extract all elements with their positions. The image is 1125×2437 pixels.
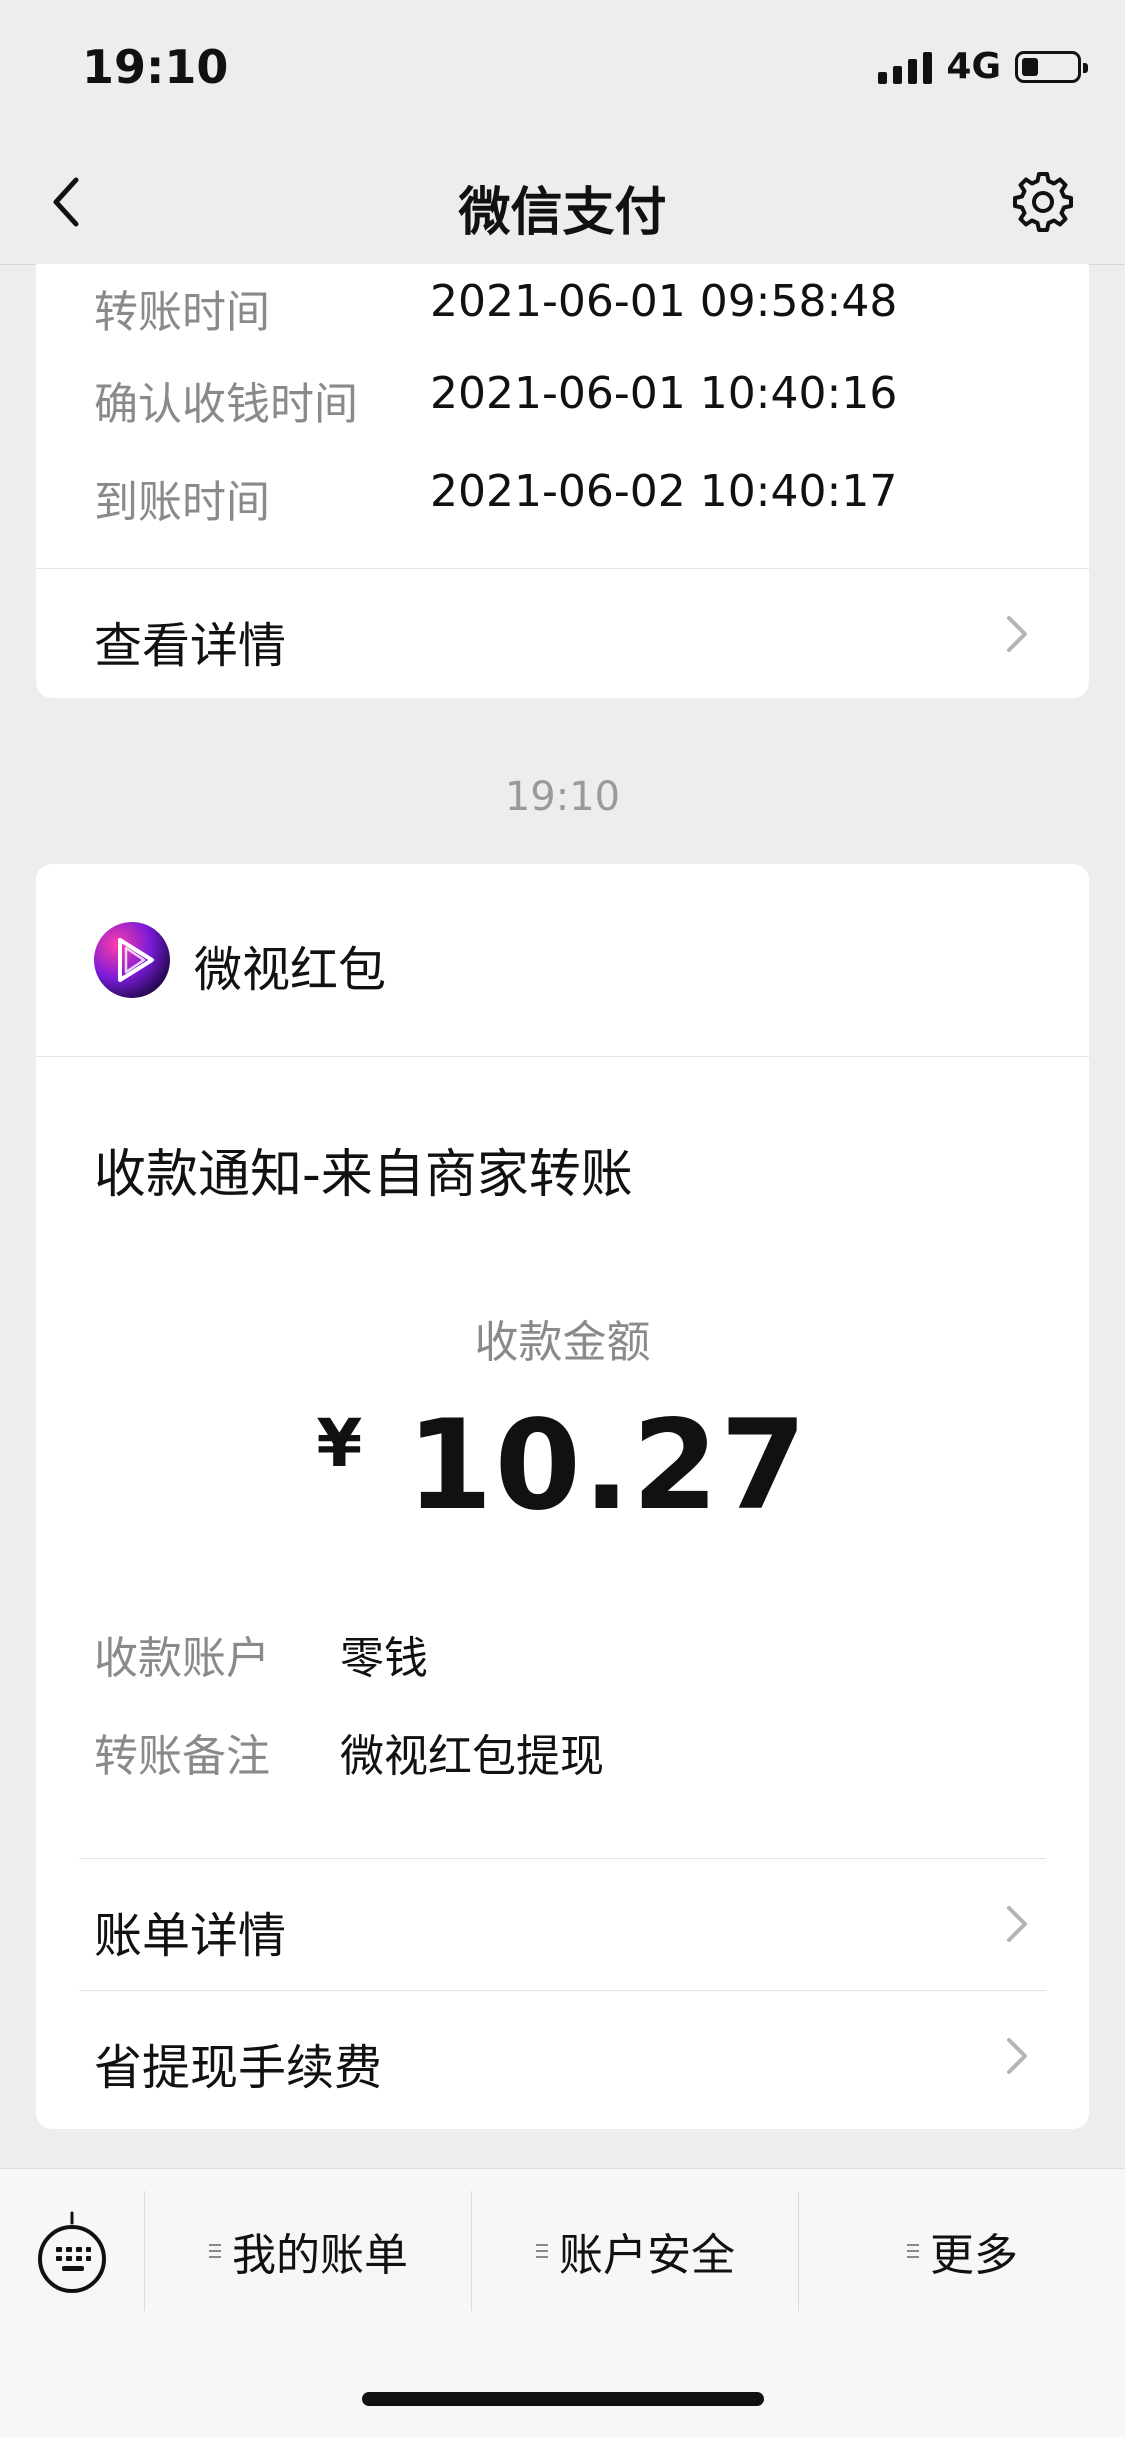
payment-notice-card: 微视红包 收款通知-来自商家转账 收款金额 ¥10.27 收款账户 零钱 转账备… — [36, 864, 1089, 2129]
divider — [79, 1858, 1046, 1859]
tab-label: 账户安全 — [559, 2230, 735, 2281]
menu-lines-icon — [536, 2244, 548, 2258]
page-title: 微信支付 — [458, 183, 667, 243]
remark-label: 转账备注 — [94, 1731, 270, 1782]
remark-value: 微视红包提现 — [340, 1731, 604, 1782]
transfer-card: 转账时间 2021-06-01 09:58:48 确认收钱时间 2021-06-… — [36, 264, 1089, 698]
status-bar: 19:10 4G — [0, 0, 1125, 140]
weishi-logo-icon — [94, 922, 170, 998]
divider — [36, 1056, 1089, 1057]
tab-my-bills[interactable]: 我的账单 — [145, 2191, 471, 2311]
gear-icon[interactable] — [1013, 172, 1073, 232]
divider — [36, 568, 1089, 569]
save-fee-row[interactable]: 省提现手续费 — [36, 1992, 1089, 2120]
amount-label: 收款金额 — [474, 1317, 651, 1368]
transfer-time-label: 转账时间 — [94, 287, 270, 338]
divider — [79, 1990, 1046, 1991]
status-indicators: 4G — [878, 46, 1088, 87]
message-timestamp: 19:10 — [504, 774, 621, 820]
status-time: 19:10 — [82, 40, 229, 94]
account-label: 收款账户 — [94, 1633, 270, 1684]
nav-bar: 微信支付 — [0, 140, 1125, 265]
transfer-time-value: 2021-06-01 09:58:48 — [430, 276, 898, 327]
bill-details-label: 账单详情 — [94, 1908, 287, 1964]
menu-lines-icon — [907, 2244, 919, 2258]
chevron-right-icon — [1007, 616, 1027, 652]
account-value: 零钱 — [340, 1633, 428, 1684]
tab-account-security[interactable]: 账户安全 — [472, 2191, 798, 2311]
arrival-time-label: 到账时间 — [94, 477, 270, 528]
signal-icon — [878, 50, 933, 84]
network-type: 4G — [946, 46, 1001, 87]
amount-value: ¥10.27 — [36, 1394, 1089, 1538]
menu-lines-icon — [209, 2244, 221, 2258]
tab-label: 更多 — [930, 2230, 1018, 2281]
view-details-label: 查看详情 — [94, 618, 287, 674]
brand-name: 微视红包 — [194, 942, 387, 998]
tab-more[interactable]: 更多 — [799, 2191, 1125, 2311]
tab-label: 我的账单 — [232, 2230, 408, 2281]
confirm-time-value: 2021-06-01 10:40:16 — [430, 368, 898, 419]
confirm-time-label: 确认收钱时间 — [94, 379, 358, 430]
bill-details-row[interactable]: 账单详情 — [36, 1860, 1089, 1988]
keyboard-icon[interactable] — [36, 2209, 108, 2297]
notice-title: 收款通知-来自商家转账 — [94, 1145, 633, 1205]
chevron-right-icon — [1007, 1906, 1027, 1942]
arrival-time-value: 2021-06-02 10:40:17 — [430, 466, 898, 517]
message-list[interactable]: 转账时间 2021-06-01 09:58:48 确认收钱时间 2021-06-… — [0, 264, 1125, 2164]
view-details-row[interactable]: 查看详情 — [36, 570, 1089, 698]
battery-icon — [1015, 50, 1088, 83]
home-indicator[interactable] — [362, 2392, 764, 2406]
currency-symbol: ¥ — [316, 1405, 365, 1482]
save-fee-label: 省提现手续费 — [94, 2040, 383, 2096]
chevron-right-icon — [1007, 2038, 1027, 2074]
amount-number: 10.27 — [406, 1394, 809, 1538]
